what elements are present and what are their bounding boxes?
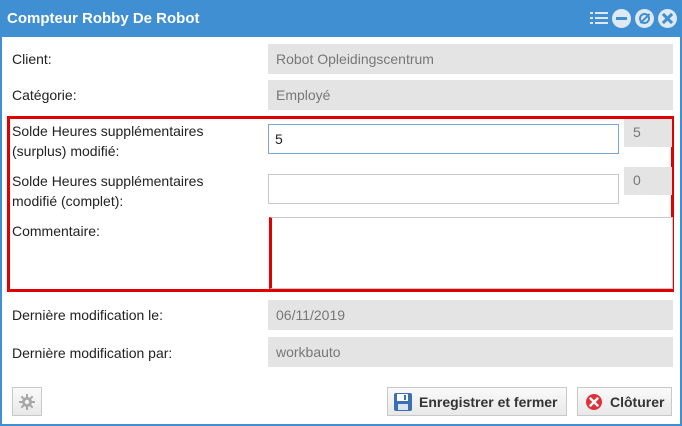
ban-icon[interactable] <box>635 9 654 28</box>
category-label: Catégorie: <box>12 87 77 103</box>
minimize-icon[interactable] <box>612 9 631 28</box>
dialog-body: Client: Robot Opleidingscentrum Catégori… <box>2 37 680 424</box>
client-field: Robot Opleidingscentrum <box>268 44 673 74</box>
category-field: Employé <box>268 80 673 110</box>
save-and-close-button[interactable]: Enregistrer et fermer <box>387 387 567 416</box>
close-record-label: Clôturer <box>610 393 665 410</box>
last-modified-label: Dernière modification le: <box>12 307 163 323</box>
settings-button[interactable] <box>12 387 42 416</box>
surplus-label-line1: Solde Heures supplémentaires <box>12 123 204 139</box>
title-bar[interactable]: Compteur Robby De Robot <box>1 1 681 37</box>
surplus-current-value: 5 <box>624 119 672 147</box>
surplus-label-line2: (surplus) modifié: <box>12 143 120 159</box>
modified-by-label: Dernière modification par: <box>12 345 173 361</box>
close-record-button[interactable]: Clôturer <box>577 387 672 416</box>
modified-by-field: workbauto <box>268 337 673 367</box>
comment-textarea[interactable] <box>269 217 673 289</box>
window-title: Compteur Robby De Robot <box>7 10 200 27</box>
complete-input[interactable] <box>268 174 619 204</box>
close-icon[interactable] <box>658 9 677 28</box>
surplus-input[interactable]: 5 <box>268 124 619 154</box>
close-circle-icon <box>586 393 602 410</box>
floppy-disk-icon <box>394 392 412 411</box>
complete-label-line2: modifié (complet): <box>12 193 124 209</box>
comment-label: Commentaire: <box>12 223 100 239</box>
save-and-close-label: Enregistrer et fermer <box>419 393 558 410</box>
complete-current-value: 0 <box>624 167 672 195</box>
client-label: Client: <box>12 51 52 67</box>
last-modified-field: 06/11/2019 <box>268 300 673 330</box>
gear-icon <box>19 393 35 410</box>
complete-label-line1: Solde Heures supplémentaires <box>12 173 204 189</box>
dialog-window: Compteur Robby De Robot Client: Robot Op… <box>0 0 682 426</box>
title-bar-controls <box>589 9 677 28</box>
list-icon[interactable] <box>589 9 608 28</box>
